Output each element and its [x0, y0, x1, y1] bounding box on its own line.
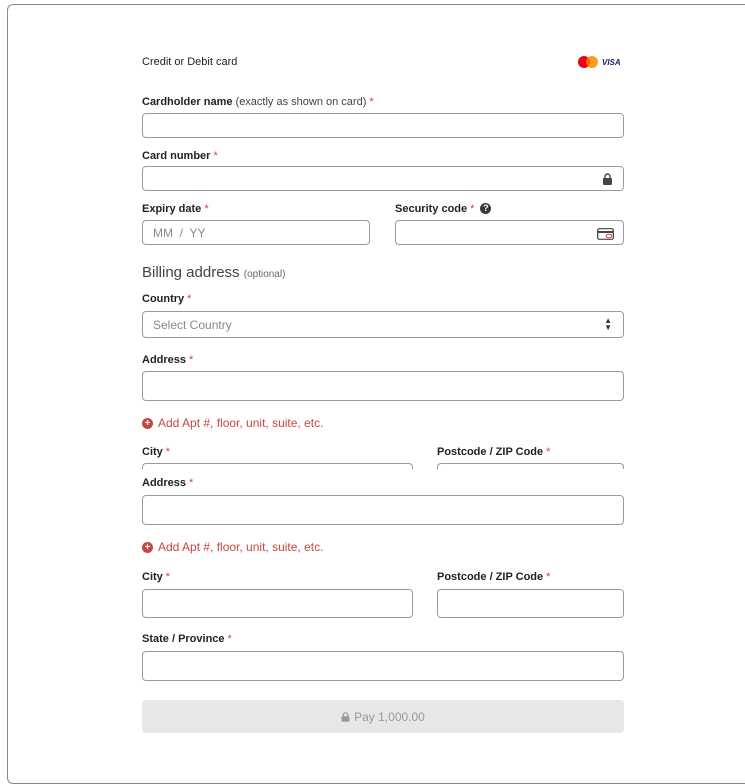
- card-brands: VISA: [578, 56, 621, 68]
- state-field[interactable]: [153, 652, 623, 680]
- security-code-input[interactable]: [395, 220, 624, 245]
- address-label-2: Address *: [142, 477, 194, 489]
- mastercard-icon: [578, 56, 598, 68]
- pay-button-label: Pay 1,000.00: [354, 709, 425, 724]
- expiry-label: Expiry date *: [142, 203, 209, 215]
- postcode-label-2: Postcode / ZIP Code *: [437, 571, 551, 583]
- cardholder-label: Cardholder name (exactly as shown on car…: [142, 96, 374, 108]
- address-input[interactable]: [142, 371, 624, 401]
- lock-icon: [603, 173, 612, 185]
- visa-icon: VISA: [602, 57, 621, 67]
- add-apt-link-2[interactable]: + Add Apt #, floor, unit, suite, etc.: [142, 540, 323, 554]
- city-input[interactable]: [142, 589, 413, 618]
- plus-circle-icon: +: [142, 417, 153, 429]
- pay-button[interactable]: Pay 1,000.00: [142, 700, 624, 733]
- help-icon[interactable]: ?: [480, 203, 492, 214]
- address-field-2[interactable]: [153, 496, 623, 524]
- expiry-field[interactable]: [153, 221, 369, 244]
- security-code-field[interactable]: [406, 221, 623, 244]
- country-select[interactable]: Select Country ▲ ▼: [142, 311, 624, 338]
- postcode-input-clipped[interactable]: [437, 463, 624, 469]
- postcode-input[interactable]: [437, 589, 624, 618]
- security-code-label: Security code *?: [395, 203, 492, 215]
- city-label-2: City *: [142, 571, 171, 583]
- card-number-label: Card number *: [142, 150, 218, 162]
- address-input-2[interactable]: [142, 495, 624, 525]
- cardholder-name-field[interactable]: [153, 114, 623, 137]
- card-number-field[interactable]: [153, 167, 623, 190]
- plus-circle-icon: +: [142, 541, 153, 553]
- select-arrows-icon: ▲ ▼: [604, 316, 612, 332]
- country-label: Country *: [142, 293, 192, 305]
- add-apt-link[interactable]: + Add Apt #, floor, unit, suite, etc.: [142, 416, 323, 430]
- postcode-field[interactable]: [448, 590, 623, 617]
- city-field[interactable]: [153, 590, 412, 617]
- address-label: Address *: [142, 354, 194, 366]
- card-cvv-icon: [597, 228, 614, 240]
- lock-icon: [341, 711, 350, 722]
- country-selected-value: Select Country: [153, 317, 232, 332]
- state-label: State / Province *: [142, 633, 232, 645]
- state-input[interactable]: [142, 651, 624, 681]
- expiry-input[interactable]: [142, 220, 370, 245]
- card-number-input[interactable]: [142, 166, 624, 191]
- postcode-label: Postcode / ZIP Code *: [437, 446, 551, 458]
- city-input-clipped[interactable]: [142, 463, 413, 469]
- billing-address-heading: Billing address (optional): [142, 264, 286, 281]
- address-field[interactable]: [153, 372, 623, 400]
- city-label: City *: [142, 446, 171, 458]
- card-section-title: Credit or Debit card: [142, 56, 238, 68]
- cardholder-name-input[interactable]: [142, 113, 624, 138]
